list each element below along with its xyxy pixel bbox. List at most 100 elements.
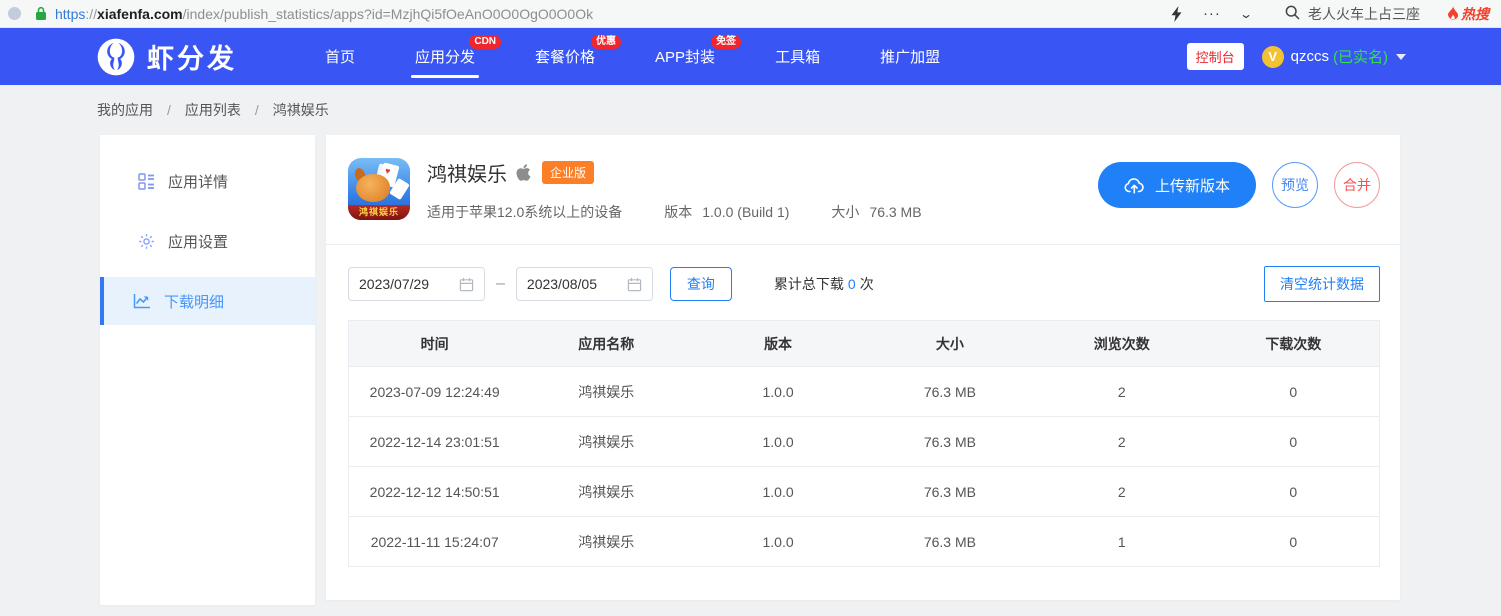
version-value: 1.0.0 (Build 1) <box>702 204 789 220</box>
cell-views: 2 <box>1036 467 1208 517</box>
chevron-down-icon[interactable]: ⌄ <box>1239 7 1253 21</box>
mascot-decor <box>356 174 390 202</box>
total-downloads-prefix: 累计总下载 <box>774 276 844 292</box>
gear-icon <box>137 233 155 250</box>
table-row: 2023-07-09 12:24:49 鸿祺娱乐 1.0.0 76.3 MB 2… <box>349 367 1380 417</box>
sidebar-item-download-details[interactable]: 下载明细 <box>100 277 315 325</box>
lightning-icon[interactable] <box>1170 6 1183 22</box>
sidebar-item-label: 应用设置 <box>168 231 228 252</box>
cell-size: 76.3 MB <box>864 417 1036 467</box>
breadcrumb-separator: / <box>167 102 171 118</box>
start-date-value: 2023/07/29 <box>359 276 459 292</box>
nav-item-label: 工具箱 <box>775 46 820 67</box>
app-meta: 适用于苹果12.0系统以上的设备 版本1.0.0 (Build 1) 大小76.… <box>427 202 964 222</box>
console-button[interactable]: 控制台 <box>1187 43 1244 70</box>
sidebar-item-app-settings[interactable]: 应用设置 <box>100 217 315 265</box>
table-row: 2022-12-14 23:01:51 鸿祺娱乐 1.0.0 76.3 MB 2… <box>349 417 1380 467</box>
nav-item-label: 推广加盟 <box>880 46 940 67</box>
header-actions: 上传新版本 预览 合并 <box>1098 158 1380 208</box>
nav-item-label: 首页 <box>325 46 355 67</box>
main-navbar: 虾分发 首页 应用分发 CDN 套餐价格 优惠 APP封装 免签 工具箱 推广加… <box>0 28 1501 85</box>
sidebar-item-app-details[interactable]: 应用详情 <box>100 157 315 205</box>
calendar-icon <box>627 277 642 292</box>
content: 应用详情 应用设置 下载明细 ♥ 鸿祺娱乐 <box>100 135 1400 605</box>
col-time: 时间 <box>349 321 521 367</box>
more-menu-icon[interactable]: ··· <box>1203 5 1221 22</box>
nav-item-home[interactable]: 首页 <box>295 28 385 85</box>
col-size: 大小 <box>864 321 1036 367</box>
sidebar: 应用详情 应用设置 下载明细 <box>100 135 315 605</box>
search-icon <box>1285 5 1300 23</box>
nav-item-app-distribution[interactable]: 应用分发 CDN <box>385 28 505 85</box>
cell-version: 1.0.0 <box>692 417 864 467</box>
cloud-upload-icon <box>1124 177 1145 194</box>
total-downloads-count: 0 <box>848 276 856 292</box>
nav-item-affiliate[interactable]: 推广加盟 <box>850 28 970 85</box>
nav-item-app-wrap[interactable]: APP封装 免签 <box>625 28 745 85</box>
version-label: 版本 <box>664 204 692 220</box>
enterprise-badge: 企业版 <box>542 161 594 184</box>
cell-time: 2022-11-11 15:24:07 <box>349 517 521 567</box>
query-button[interactable]: 查询 <box>670 267 732 301</box>
nav-item-label: APP封装 <box>655 46 715 67</box>
extension-dot-icon[interactable] <box>8 7 21 20</box>
col-app-name: 应用名称 <box>520 321 692 367</box>
nav-item-toolbox[interactable]: 工具箱 <box>745 28 850 85</box>
cell-downloads: 0 <box>1208 517 1380 567</box>
cell-views: 2 <box>1036 417 1208 467</box>
table-header-row: 时间 应用名称 版本 大小 浏览次数 下载次数 <box>349 321 1380 367</box>
shrimp-logo-icon <box>95 37 137 77</box>
cell-downloads: 0 <box>1208 467 1380 517</box>
hot-label: 热搜 <box>1461 4 1489 24</box>
search-hotword: 老人火车上占三座 <box>1308 4 1420 24</box>
clear-statistics-button[interactable]: 清空统计数据 <box>1264 266 1380 302</box>
preview-button[interactable]: 预览 <box>1272 162 1318 208</box>
cell-size: 76.3 MB <box>864 517 1036 567</box>
cell-time: 2022-12-14 23:01:51 <box>349 417 521 467</box>
navbar-right: 控制台 V qzccs (已实名) <box>1187 43 1406 70</box>
end-date-value: 2023/08/05 <box>527 276 627 292</box>
cell-size: 76.3 MB <box>864 367 1036 417</box>
brand-logo[interactable]: 虾分发 <box>95 37 237 77</box>
end-date-input[interactable]: 2023/08/05 <box>516 267 653 301</box>
discount-badge: 优惠 <box>591 35 621 49</box>
app-icon-banner: 鸿祺娱乐 <box>348 205 410 220</box>
nav-menu: 首页 应用分发 CDN 套餐价格 优惠 APP封装 免签 工具箱 推广加盟 <box>295 28 970 85</box>
apple-icon <box>515 163 532 182</box>
cell-app-name: 鸿祺娱乐 <box>520 367 692 417</box>
upload-button-label: 上传新版本 <box>1155 175 1230 196</box>
divider <box>326 244 1400 245</box>
address-bar[interactable]: https://xiafenfa.com/index/publish_stati… <box>55 6 593 22</box>
user-caret-icon[interactable] <box>1396 54 1406 60</box>
app-header: ♥ 鸿祺娱乐 鸿祺娱乐 企业版 适用于苹果12.0系统以上的设备 版本1.0.0… <box>326 135 1400 222</box>
start-date-input[interactable]: 2023/07/29 <box>348 267 485 301</box>
nav-item-pricing[interactable]: 套餐价格 优惠 <box>505 28 625 85</box>
cell-app-name: 鸿祺娱乐 <box>520 517 692 567</box>
browser-search[interactable]: 老人火车上占三座 <box>1285 4 1420 24</box>
date-range-separator: – <box>496 275 505 293</box>
app-name: 鸿祺娱乐 <box>427 158 507 187</box>
grid-list-icon <box>137 173 155 190</box>
merge-button[interactable]: 合并 <box>1334 162 1380 208</box>
cell-size: 76.3 MB <box>864 467 1036 517</box>
breadcrumb-current: 鸿祺娱乐 <box>273 100 329 120</box>
main-panel: ♥ 鸿祺娱乐 鸿祺娱乐 企业版 适用于苹果12.0系统以上的设备 版本1.0.0… <box>326 135 1400 600</box>
hot-search[interactable]: 热搜 <box>1446 4 1489 24</box>
total-downloads-suffix: 次 <box>860 276 874 292</box>
col-downloads: 下载次数 <box>1208 321 1380 367</box>
username[interactable]: qzccs <box>1291 48 1329 65</box>
chart-icon <box>133 293 151 309</box>
avatar[interactable]: V <box>1262 46 1284 68</box>
breadcrumb-my-apps[interactable]: 我的应用 <box>97 100 153 120</box>
browser-bar: https://xiafenfa.com/index/publish_stati… <box>0 0 1501 28</box>
app-compat: 适用于苹果12.0系统以上的设备 <box>427 202 622 222</box>
cell-app-name: 鸿祺娱乐 <box>520 467 692 517</box>
col-views: 浏览次数 <box>1036 321 1208 367</box>
cell-views: 1 <box>1036 517 1208 567</box>
breadcrumb-app-list[interactable]: 应用列表 <box>185 100 241 120</box>
cell-version: 1.0.0 <box>692 517 864 567</box>
download-table: 时间 应用名称 版本 大小 浏览次数 下载次数 2023-07-09 12:24… <box>348 320 1380 567</box>
size-value: 76.3 MB <box>869 204 921 220</box>
upload-new-version-button[interactable]: 上传新版本 <box>1098 162 1256 208</box>
url-path: /index/publish_statistics/apps?id=MzjhQi… <box>183 6 593 22</box>
